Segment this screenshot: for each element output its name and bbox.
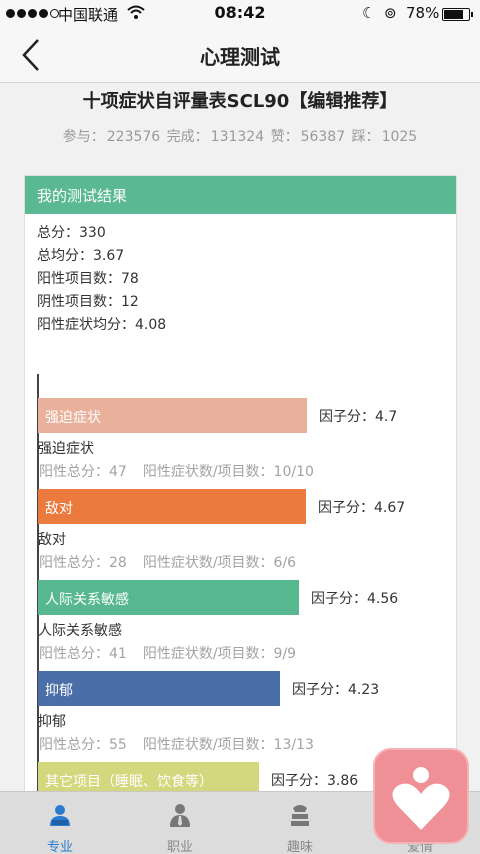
test-stats: 参与： 223576 完成： 131324 赞： 56387 踩： 1025	[0, 126, 480, 146]
heart-person-icon	[392, 767, 450, 830]
test-title: 十项症状自评量表SCL90【编辑推荐】	[82, 91, 398, 112]
completed-count: 131324	[210, 129, 265, 145]
positive-item-count: 阳性项目数：78	[37, 271, 139, 287]
participants-label: 参与：	[62, 129, 105, 145]
result-summary: 总分：330 总均分：3.67 阳性项目数：78 阴性项目数：12 阳性症状均分…	[25, 214, 456, 337]
result-card: 我的测试结果 总分：330 总均分：3.67 阳性项目数：78 阴性项目数：12…	[24, 175, 457, 791]
floating-heart-button[interactable]	[373, 748, 469, 844]
factor-name: 人际关系敏感	[38, 623, 122, 639]
participants-count: 223576	[106, 129, 161, 145]
factor-score: 因子分：4.23	[292, 682, 380, 698]
factor-bar: 人际关系敏感	[38, 580, 299, 615]
tab-professional[interactable]: 专业	[0, 792, 120, 854]
factor-score: 因子分：4.67	[318, 500, 406, 516]
tab-label: 专业	[46, 840, 73, 854]
factor-name: 敌对	[38, 532, 66, 548]
professional-icon	[50, 805, 70, 826]
likes-count: 56387	[300, 129, 346, 145]
factor-positive-total: 阳性总分：47	[39, 464, 127, 480]
positive-symptom-average: 阳性症状均分：4.08	[37, 317, 167, 333]
battery-icon	[442, 8, 473, 21]
completed-label: 完成：	[166, 129, 209, 145]
factor-name: 抑郁	[38, 714, 66, 730]
tab-label: 职业	[166, 840, 193, 854]
factor-score: 因子分：4.56	[311, 591, 399, 607]
factor-positive-ratio: 阳性症状数/项目数：13/13	[142, 737, 314, 753]
tab-fun[interactable]: 趣味	[240, 792, 360, 854]
factor-bar: 敌对	[38, 489, 306, 524]
dislikes-count: 1025	[381, 129, 418, 145]
do-not-disturb-icon: ☾	[362, 4, 376, 22]
factor-detail: 阳性总分：55 阳性症状数/项目数：13/13	[39, 734, 314, 754]
battery-percentage: 78%	[406, 4, 440, 22]
factor-positive-total: 阳性总分：55	[39, 737, 127, 753]
likes-label: 赞：	[270, 129, 299, 145]
factor-positive-ratio: 阳性症状数/项目数：9/9	[142, 646, 297, 662]
result-card-header: 我的测试结果	[25, 176, 456, 214]
factor-score: 因子分：3.86	[271, 773, 359, 789]
tab-label: 趣味	[286, 840, 313, 854]
average-score: 总均分：3.67	[37, 248, 125, 264]
tab-career[interactable]: 职业	[120, 792, 240, 854]
factor-positive-total: 阳性总分：41	[39, 646, 127, 662]
orientation-lock-icon: ⊚	[384, 4, 397, 22]
factor-name: 强迫症状	[38, 441, 94, 457]
factor-chart: 强迫症状 因子分：4.7 强迫症状 阳性总分：47 阳性症状数/项目数：10/10 敌对因…	[25, 374, 458, 791]
page-title: 心理测试	[200, 45, 280, 69]
factor-positive-ratio: 阳性症状数/项目数：10/10	[142, 464, 314, 480]
dislikes-label: 踩：	[351, 129, 380, 145]
factor-detail: 阳性总分：28 阳性症状数/项目数：6/6	[39, 552, 296, 572]
factor-detail: 阳性总分：41 阳性症状数/项目数：9/9	[39, 643, 296, 663]
total-score: 总分：330	[37, 225, 106, 241]
career-icon	[170, 804, 190, 827]
factor-positive-total: 阳性总分：28	[39, 555, 127, 571]
factor-score: 因子分：4.7	[319, 409, 398, 425]
navigation-bar: 心理测试	[0, 27, 480, 83]
factor-bar: 强迫症状	[38, 398, 307, 433]
factor-positive-ratio: 阳性症状数/项目数：6/6	[142, 555, 297, 571]
negative-item-count: 阴性项目数：12	[37, 294, 139, 310]
main-content[interactable]: 十项症状自评量表SCL90【编辑推荐】 参与： 223576 完成： 131324 …	[0, 83, 480, 791]
factor-bar: 抑郁	[38, 671, 280, 706]
fun-icon	[291, 805, 309, 826]
factor-detail: 阳性总分：47 阳性症状数/项目数：10/10	[39, 461, 314, 481]
factor-bar: 其它项目（睡眠、饮食等）	[38, 762, 259, 791]
status-bar: 中国联通 08:42 ☾ ⊚ 78%	[0, 0, 480, 27]
